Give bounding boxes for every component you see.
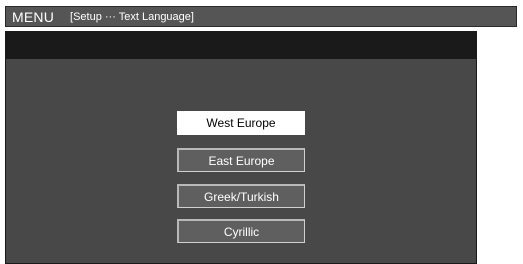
option-label: Greek/Turkish: [204, 189, 279, 204]
option-cyrillic[interactable]: Cyrillic: [177, 219, 305, 243]
option-greek-turkish[interactable]: Greek/Turkish: [177, 184, 305, 208]
panel-header: [6, 32, 476, 59]
option-label: West Europe: [206, 116, 276, 130]
option-label: East Europe: [208, 153, 275, 168]
menu-bar: MENU [Setup ··· Text Language]: [5, 6, 517, 27]
option-west-europe[interactable]: West Europe: [177, 111, 305, 135]
option-east-europe[interactable]: East Europe: [177, 148, 305, 172]
menu-breadcrumb: [Setup ··· Text Language]: [70, 10, 194, 23]
menu-title: MENU: [12, 8, 55, 25]
option-label: Cyrillic: [223, 224, 260, 239]
text-language-panel: West Europe East Europe Greek/Turkish Cy…: [5, 31, 477, 264]
